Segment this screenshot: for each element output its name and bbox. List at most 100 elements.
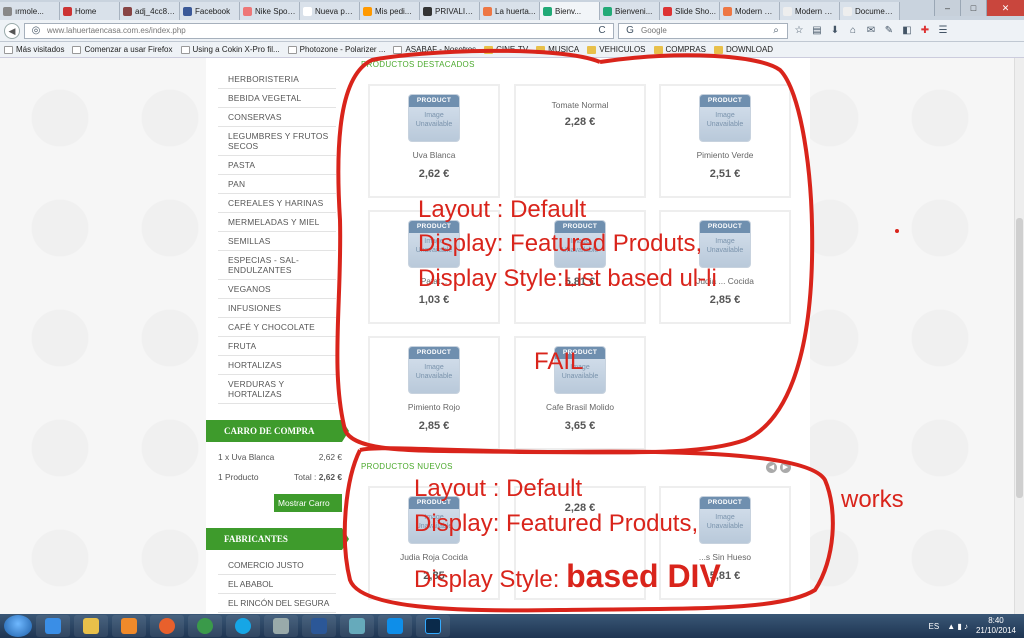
product-card[interactable]: Tomate Normal 2,28 € bbox=[514, 84, 646, 198]
bookmarks-menu-icon[interactable]: ▤ bbox=[810, 24, 824, 38]
taskbar-app-explorer[interactable] bbox=[74, 615, 108, 637]
tools-icon[interactable]: ✎ bbox=[882, 24, 896, 38]
bookmark-item[interactable]: DOWNLOAD bbox=[713, 45, 773, 54]
taskbar-app-skype[interactable] bbox=[226, 615, 260, 637]
browser-tab[interactable]: PRIVALIA... bbox=[420, 2, 480, 20]
reload-icon[interactable]: C bbox=[595, 24, 609, 38]
browser-tab[interactable]: La huerta... bbox=[480, 2, 540, 20]
product-name[interactable]: Cafe Brasil Molido bbox=[516, 402, 644, 412]
browser-tab[interactable]: Facebook bbox=[180, 2, 240, 20]
category-link[interactable]: VEGANOS bbox=[218, 280, 336, 299]
bookmark-item[interactable]: Using a Cokin X-Pro fil... bbox=[180, 45, 280, 54]
addon-icon[interactable]: ◧ bbox=[900, 24, 914, 38]
category-link[interactable]: LEGUMBRES Y FRUTOS SECOS bbox=[218, 127, 336, 156]
taskbar-app-media[interactable] bbox=[112, 615, 146, 637]
search-icon[interactable]: ⌕ bbox=[769, 24, 783, 38]
product-card[interactable]: PRODUCT Image Unavailable Uva Blanca 2,62 € bbox=[368, 84, 500, 198]
bookmark-item[interactable]: Más visitados bbox=[4, 45, 64, 54]
url-text[interactable]: www.lahuertaencasa.com.es/index.php bbox=[47, 26, 591, 35]
browser-tab[interactable]: Nike Spor... bbox=[240, 2, 300, 20]
product-image[interactable]: PRODUCT Image Unavailable bbox=[699, 94, 751, 142]
taskbar-app-teamviewer[interactable] bbox=[378, 615, 412, 637]
tab-favicon-icon bbox=[363, 6, 372, 16]
category-link[interactable]: VERDURAS Y HORTALIZAS bbox=[218, 375, 336, 404]
maximize-button[interactable]: □ bbox=[960, 0, 986, 16]
bookmark-item[interactable]: CINE-TV bbox=[484, 45, 528, 54]
browser-tab[interactable]: Modern Slide... bbox=[780, 2, 840, 20]
product-image[interactable]: PRODUCT Image Unavailable bbox=[408, 94, 460, 142]
browser-tab[interactable]: Slide Sho... bbox=[660, 2, 720, 20]
manufacturer-link[interactable]: COMERCIO JUSTO bbox=[218, 556, 336, 575]
downloads-icon[interactable]: ⬇ bbox=[828, 24, 842, 38]
tab-label: PRIVALIA... bbox=[435, 6, 476, 16]
browser-tab[interactable]: Modern S... bbox=[720, 2, 780, 20]
scrollbar-thumb[interactable] bbox=[1016, 218, 1023, 498]
back-button[interactable]: ◀ bbox=[4, 22, 20, 39]
search-box[interactable]: G ⌕ bbox=[618, 22, 788, 39]
menu-icon[interactable]: ☰ bbox=[936, 24, 950, 38]
bookmark-item[interactable]: MUSICA bbox=[536, 45, 579, 54]
bookmark-item[interactable]: Photozone - Polarizer ... bbox=[287, 45, 385, 54]
prev-arrow-icon[interactable]: ◀ bbox=[766, 462, 777, 473]
bookmark-item[interactable]: Comenzar a usar Firefox bbox=[72, 45, 173, 54]
category-link[interactable]: SEMILLAS bbox=[218, 232, 336, 251]
search-input[interactable] bbox=[641, 26, 765, 35]
manufacturer-link[interactable]: EL RINCÓN DEL SEGURA bbox=[218, 594, 336, 613]
vertical-scrollbar[interactable] bbox=[1014, 58, 1024, 614]
taskbar-app-ie[interactable] bbox=[36, 615, 70, 637]
product-name[interactable]: Pimiento Verde bbox=[661, 150, 789, 160]
browser-tab[interactable]: Documentati... bbox=[840, 2, 900, 20]
category-link[interactable]: HERBORISTERIA bbox=[218, 70, 336, 89]
taskbar-app-chrome[interactable] bbox=[188, 615, 222, 637]
start-button[interactable] bbox=[4, 615, 32, 637]
url-bar[interactable]: ◎ www.lahuertaencasa.com.es/index.php C bbox=[24, 22, 614, 39]
product-image[interactable]: PRODUCT Image Unavailable bbox=[408, 346, 460, 394]
category-link[interactable]: PASTA bbox=[218, 156, 336, 175]
product-name[interactable]: Uva Blanca bbox=[370, 150, 498, 160]
category-link[interactable]: ESPECIAS - SAL-ENDULZANTES bbox=[218, 251, 336, 280]
home-icon[interactable]: ⌂ bbox=[846, 24, 860, 38]
next-arrow-icon[interactable]: ▶ bbox=[780, 462, 791, 473]
addon2-icon[interactable]: ✚ bbox=[918, 24, 932, 38]
product-name[interactable]: Tomate Normal bbox=[516, 100, 644, 110]
product-name[interactable]: Pimiento Rojo bbox=[370, 402, 498, 412]
show-cart-button[interactable]: Mostrar Carro bbox=[274, 494, 342, 512]
bookmark-item[interactable]: VEHICULOS bbox=[587, 45, 646, 54]
category-link[interactable]: PAN bbox=[218, 175, 336, 194]
category-link[interactable]: CONSERVAS bbox=[218, 108, 336, 127]
bookmark-item[interactable]: COMPRAS bbox=[653, 45, 706, 54]
taskbar-app-word[interactable] bbox=[302, 615, 336, 637]
product-image[interactable]: PRODUCT Image Unavailable bbox=[699, 220, 751, 268]
category-link[interactable]: CEREALES Y HARINAS bbox=[218, 194, 336, 213]
product-image[interactable]: PRODUCT Image Unavailable bbox=[699, 496, 751, 544]
product-card[interactable]: PRODUCT Image Unavailable Pimiento Rojo 2,8… bbox=[368, 336, 500, 450]
category-link[interactable]: BEBIDA VEGETAL bbox=[218, 89, 336, 108]
close-button[interactable]: ✕ bbox=[986, 0, 1024, 16]
browser-tab[interactable]: adj_4cc86... bbox=[120, 2, 180, 20]
taskbar-app-vnc[interactable] bbox=[264, 615, 298, 637]
language-indicator[interactable]: ES bbox=[929, 622, 940, 631]
bookmark-item[interactable]: ASABAF - Nosotros bbox=[393, 45, 476, 54]
browser-tab[interactable]: Home bbox=[60, 2, 120, 20]
minimize-button[interactable]: – bbox=[934, 0, 960, 16]
tray-icons[interactable]: ▲ ▮ ♪ bbox=[947, 622, 968, 631]
cart-item-name[interactable]: 1 x Uva Blanca bbox=[218, 452, 274, 462]
category-link[interactable]: INFUSIONES bbox=[218, 299, 336, 318]
browser-tab[interactable]: Bienveni... bbox=[600, 2, 660, 20]
browser-tab[interactable]: Bienv... bbox=[540, 2, 600, 20]
taskbar-app-tool[interactable] bbox=[340, 615, 374, 637]
clock[interactable]: 8:40 21/10/2014 bbox=[976, 616, 1016, 636]
category-link[interactable]: CAFÉ Y CHOCOLATE bbox=[218, 318, 336, 337]
browser-tab[interactable]: ırmole... bbox=[0, 2, 60, 20]
browser-tab[interactable]: Mis pedi... bbox=[360, 2, 420, 20]
category-link[interactable]: MERMELADAS Y MIEL bbox=[218, 213, 336, 232]
bookmark-star-icon[interactable]: ☆ bbox=[792, 24, 806, 38]
product-card[interactable]: PRODUCT Image Unavailable Pimiento Verde 2,… bbox=[659, 84, 791, 198]
manufacturer-link[interactable]: EL ABABOL bbox=[218, 575, 336, 594]
taskbar-app-photoshop[interactable] bbox=[416, 615, 450, 637]
category-link[interactable]: HORTALIZAS bbox=[218, 356, 336, 375]
taskbar-app-firefox[interactable] bbox=[150, 615, 184, 637]
category-link[interactable]: FRUTA bbox=[218, 337, 336, 356]
mail-icon[interactable]: ✉ bbox=[864, 24, 878, 38]
browser-tab[interactable]: Nueva pestaña bbox=[300, 2, 360, 20]
